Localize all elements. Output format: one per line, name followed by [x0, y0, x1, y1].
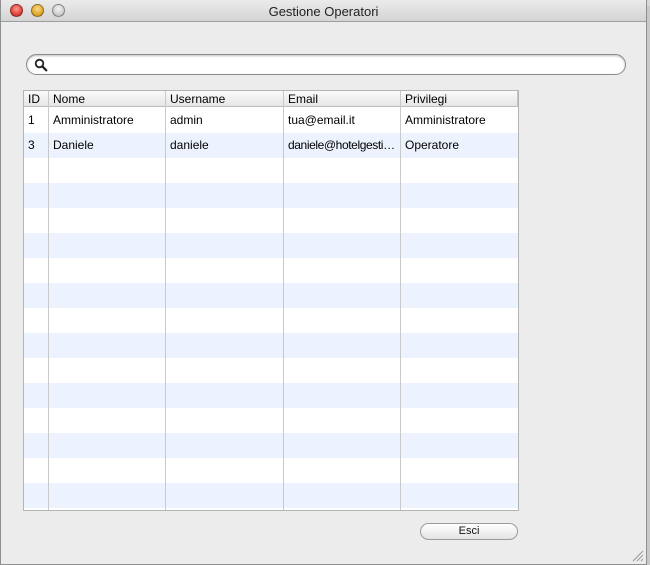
search-input[interactable]: [51, 57, 616, 72]
cell-email: tua@email.it: [288, 113, 355, 127]
search-field[interactable]: [26, 54, 626, 75]
table-header: ID Nome Username Email Privilegi: [24, 91, 518, 107]
cell-username: daniele: [170, 138, 209, 152]
cell-privilegi: Operatore: [405, 138, 460, 152]
search-icon: [34, 58, 48, 72]
empty-table-row[interactable]: [24, 408, 518, 433]
cell-privilegi: Amministratore: [405, 113, 486, 127]
empty-table-row[interactable]: [24, 308, 518, 333]
empty-table-row[interactable]: [24, 508, 518, 510]
table-row[interactable]: 3 Daniele daniele daniele@hotelgestion..…: [24, 133, 518, 158]
empty-table-row[interactable]: [24, 483, 518, 508]
column-header-username[interactable]: Username: [166, 91, 284, 107]
operators-table[interactable]: ID Nome Username Email Privilegi 1 Ammin…: [23, 90, 519, 511]
empty-table-row[interactable]: [24, 358, 518, 383]
empty-table-row[interactable]: [24, 283, 518, 308]
cell-id: 3: [28, 138, 35, 152]
column-header-email[interactable]: Email: [284, 91, 401, 107]
column-header-privilegi[interactable]: Privilegi: [401, 91, 518, 107]
column-divider: [400, 91, 401, 510]
cell-id: 1: [28, 113, 35, 127]
empty-table-row[interactable]: [24, 433, 518, 458]
table-body: 1 Amministratore admin tua@email.it Ammi…: [24, 108, 518, 510]
cell-email: daniele@hotelgestion...: [288, 138, 401, 152]
title-bar[interactable]: Gestione Operatori: [1, 0, 646, 22]
resize-grip-icon[interactable]: [630, 548, 644, 562]
empty-table-row[interactable]: [24, 233, 518, 258]
cell-nome: Daniele: [53, 138, 94, 152]
column-divider: [283, 91, 284, 510]
column-divider: [165, 91, 166, 510]
column-header-id[interactable]: ID: [24, 91, 49, 107]
column-divider: [48, 91, 49, 510]
empty-table-row[interactable]: [24, 458, 518, 483]
window-title: Gestione Operatori: [268, 4, 379, 19]
cell-nome: Amministratore: [53, 113, 134, 127]
operators-window: Gestione Operatori ID Nome Username Emai…: [0, 0, 647, 565]
empty-table-row[interactable]: [24, 258, 518, 283]
empty-table-row[interactable]: [24, 383, 518, 408]
cell-username: admin: [170, 113, 203, 127]
esci-button[interactable]: Esci: [420, 523, 518, 540]
table-row[interactable]: 1 Amministratore admin tua@email.it Ammi…: [24, 108, 518, 133]
empty-table-row[interactable]: [24, 208, 518, 233]
column-header-nome[interactable]: Nome: [49, 91, 166, 107]
empty-table-row[interactable]: [24, 183, 518, 208]
empty-table-row[interactable]: [24, 158, 518, 183]
empty-table-row[interactable]: [24, 333, 518, 358]
